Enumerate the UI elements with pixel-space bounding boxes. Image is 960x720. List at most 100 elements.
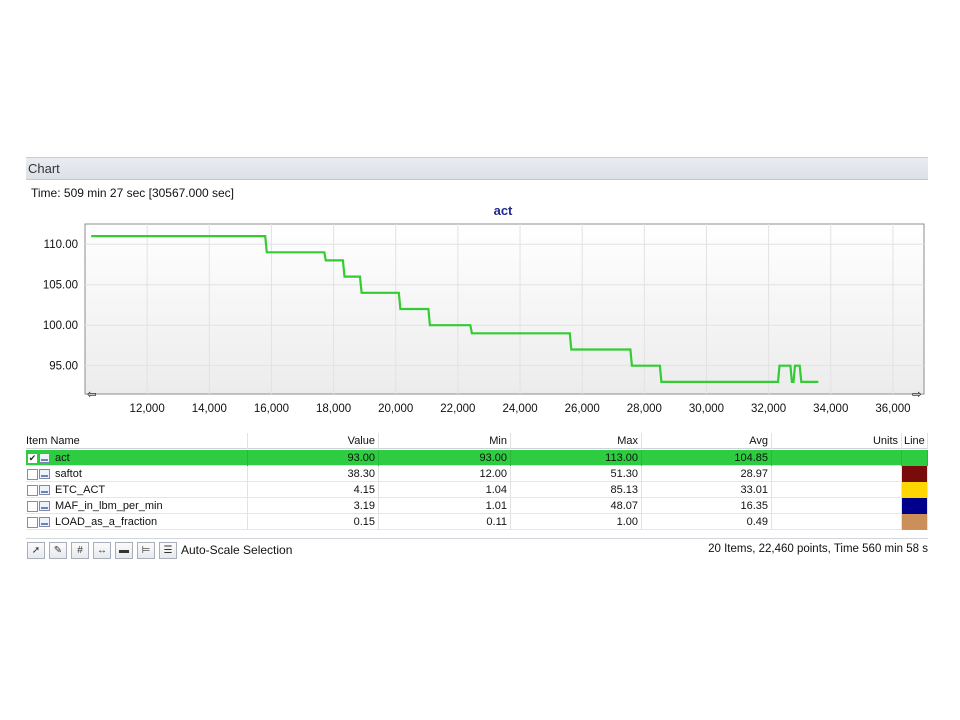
table-row[interactable]: saftot 38.30 12.00 51.30 28.97 [26, 466, 928, 482]
file-icon [39, 469, 50, 479]
row-checkbox[interactable] [27, 517, 38, 528]
avg-cell: 16.35 [642, 498, 772, 514]
item-name-cell: saftot [26, 466, 248, 482]
x-tick-label: 34,000 [813, 403, 848, 415]
line-color-swatch[interactable] [902, 514, 927, 530]
x-tick-label: 14,000 [192, 403, 227, 415]
avg-cell: 33.01 [642, 482, 772, 498]
header-line[interactable]: Line [902, 433, 928, 449]
y-tick-label: 110.00 [44, 239, 78, 251]
row-checkbox[interactable] [27, 485, 38, 496]
avg-cell: 104.85 [642, 450, 772, 466]
plot-area[interactable] [84, 223, 925, 395]
units-cell [772, 466, 902, 482]
range-icon[interactable]: ↔ [93, 542, 111, 559]
item-name-cell: ✔ act [26, 450, 248, 466]
line-cell[interactable] [902, 482, 928, 498]
time-readout: Time: 509 min 27 sec [30567.000 sec] [31, 186, 235, 200]
line-color-swatch[interactable] [902, 466, 927, 482]
units-cell [772, 514, 902, 530]
line-cell[interactable] [902, 450, 928, 466]
header-min[interactable]: Min [379, 433, 511, 449]
scroll-right-icon[interactable]: ⇨ [912, 389, 922, 401]
header-max[interactable]: Max [511, 433, 642, 449]
min-cell: 93.00 [379, 450, 511, 466]
item-name: MAF_in_lbm_per_min [55, 500, 163, 512]
line-cell[interactable] [902, 466, 928, 482]
data-grid: Item Name Value Min Max Avg Units Line ✔… [26, 433, 928, 537]
item-name: saftot [55, 468, 82, 480]
chart-svg[interactable]: act ⇦ ⇨ 12,000 14,000 16,000 18,000 20,000 22,… [26, 181, 928, 421]
item-name-cell: LOAD_as_a_fraction [26, 514, 248, 530]
value-cell: 0.15 [248, 514, 379, 530]
file-icon [39, 501, 50, 511]
x-tick-label: 12,000 [130, 403, 165, 415]
x-tick-label: 22,000 [440, 403, 475, 415]
x-tick-label: 20,000 [378, 403, 413, 415]
legend-icon[interactable]: ☰ [159, 542, 177, 559]
row-checkbox[interactable] [27, 469, 38, 480]
max-cell: 113.00 [511, 450, 642, 466]
min-cell: 1.04 [379, 482, 511, 498]
avg-cell: 28.97 [642, 466, 772, 482]
auto-scale-selection-label[interactable]: Auto-Scale Selection [181, 543, 292, 557]
value-cell: 93.00 [248, 450, 379, 466]
chart-area[interactable]: act ⇦ ⇨ 12,000 14,000 16,000 18,000 20,000 22,… [26, 181, 928, 421]
max-cell: 48.07 [511, 498, 642, 514]
max-cell: 85.13 [511, 482, 642, 498]
line-cell[interactable] [902, 498, 928, 514]
table-row[interactable]: MAF_in_lbm_per_min 3.19 1.01 48.07 16.35 [26, 498, 928, 514]
bottom-toolbar: ➚ ✎ # ↔ ▬ ⊨ ☰ Auto-Scale Selection 20 It… [26, 538, 928, 562]
units-cell [772, 482, 902, 498]
panel-header: Chart [26, 158, 928, 180]
table-row[interactable]: ETC_ACT 4.15 1.04 85.13 33.01 [26, 482, 928, 498]
max-cell: 51.30 [511, 466, 642, 482]
item-name: LOAD_as_a_fraction [55, 516, 158, 528]
units-cell [772, 450, 902, 466]
row-checkbox[interactable]: ✔ [27, 453, 38, 464]
threshold-icon[interactable]: ⊨ [137, 542, 155, 559]
max-cell: 1.00 [511, 514, 642, 530]
value-cell: 38.30 [248, 466, 379, 482]
x-tick-label: 26,000 [565, 403, 600, 415]
x-tick-label: 30,000 [689, 403, 724, 415]
line-color-swatch[interactable] [902, 450, 927, 466]
status-text: 20 Items, 22,460 points, Time 560 min 58… [708, 543, 928, 555]
y-tick-label: 100.00 [43, 320, 78, 332]
line-color-swatch[interactable] [902, 482, 927, 498]
item-name: act [55, 452, 70, 464]
chart-panel: Chart act ⇦ ⇨ 12,000 14,000 16,000 18,000 20,… [26, 157, 928, 562]
value-cell: 3.19 [248, 498, 379, 514]
x-tick-label: 18,000 [316, 403, 351, 415]
header-item-name[interactable]: Item Name [26, 433, 248, 449]
table-row[interactable]: ✔ act 93.00 93.00 113.00 104.85 [26, 450, 928, 466]
x-tick-label: 28,000 [627, 403, 662, 415]
x-tick-label: 16,000 [254, 403, 289, 415]
min-cell: 1.01 [379, 498, 511, 514]
color-icon[interactable]: ✎ [49, 542, 67, 559]
file-icon [39, 517, 50, 527]
item-name: ETC_ACT [55, 484, 106, 496]
value-cell: 4.15 [248, 482, 379, 498]
line-style-icon[interactable]: ➚ [27, 542, 45, 559]
item-name-cell: ETC_ACT [26, 482, 248, 498]
y-tick-label: 105.00 [43, 280, 78, 292]
x-tick-label: 32,000 [751, 403, 786, 415]
header-units[interactable]: Units [772, 433, 902, 449]
x-tick-label: 36,000 [875, 403, 910, 415]
min-cell: 0.11 [379, 514, 511, 530]
x-tick-label: 24,000 [502, 403, 537, 415]
header-avg[interactable]: Avg [642, 433, 772, 449]
file-icon [39, 485, 50, 495]
file-icon [39, 453, 50, 463]
line-cell[interactable] [902, 514, 928, 530]
line-color-swatch[interactable] [902, 498, 927, 514]
scroll-left-icon[interactable]: ⇦ [87, 389, 97, 401]
horizontal-line-icon[interactable]: ▬ [115, 542, 133, 559]
row-checkbox[interactable] [27, 501, 38, 512]
hash-icon[interactable]: # [71, 542, 89, 559]
y-tick-label: 95.00 [49, 361, 78, 373]
avg-cell: 0.49 [642, 514, 772, 530]
header-value[interactable]: Value [248, 433, 379, 449]
table-row[interactable]: LOAD_as_a_fraction 0.15 0.11 1.00 0.49 [26, 514, 928, 530]
